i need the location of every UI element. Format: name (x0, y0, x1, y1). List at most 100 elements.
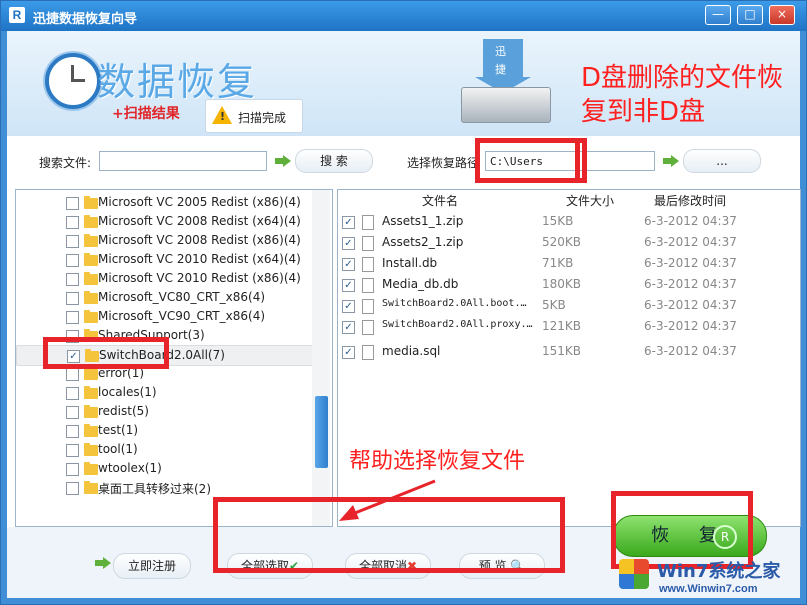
go-arrow-icon[interactable] (275, 155, 291, 167)
checkbox[interactable]: ✓ (342, 258, 355, 271)
drive-logo-text-top: 迅 (495, 45, 506, 58)
tree-item-label: Microsoft VC 2008 Redist (x86)(4) (98, 233, 301, 247)
checkbox[interactable] (66, 387, 79, 400)
tree-item[interactable]: redist(5) (16, 402, 316, 421)
tree-item-label: redist(5) (98, 404, 149, 418)
tree-item[interactable]: tool(1) (16, 440, 316, 459)
checkbox[interactable] (66, 292, 79, 305)
column-header-name[interactable]: 文件名 (422, 192, 458, 209)
folder-icon (84, 424, 98, 437)
file-size: 71KB (542, 256, 574, 270)
go-arrow-icon[interactable] (663, 155, 679, 167)
checkbox[interactable] (66, 406, 79, 419)
scrollbar-thumb[interactable] (315, 396, 328, 468)
file-name: SwitchBoard2.0All.proxy.… (382, 319, 533, 330)
checkbox[interactable]: ✓ (342, 216, 355, 229)
column-header-size[interactable]: 文件大小 (566, 192, 614, 209)
search-button[interactable]: 搜 索 (295, 149, 373, 173)
title-bar[interactable]: R 迅捷数据恢复向导 — □ × (1, 1, 806, 31)
file-modified: 6-3-2012 04:37 (644, 298, 737, 312)
file-name: SwitchBoard2.0All.boot.… (382, 298, 527, 309)
file-modified: 6-3-2012 04:37 (644, 319, 737, 333)
checkbox[interactable]: ✓ (342, 321, 355, 334)
banner-title: 数据恢复 (97, 60, 258, 104)
clock-icon (45, 53, 101, 109)
tree-item-label: 桌面工具转移过来(2) (98, 482, 211, 496)
file-icon (362, 215, 374, 230)
folder-icon (84, 443, 98, 456)
file-size: 5KB (542, 298, 566, 312)
checkbox[interactable] (66, 463, 79, 476)
checkbox[interactable]: ✓ (342, 346, 355, 359)
folder-icon (84, 196, 98, 209)
folder-icon (84, 215, 98, 228)
folder-icon (84, 367, 98, 380)
file-icon (362, 236, 374, 251)
checkbox[interactable] (66, 482, 79, 495)
banner: 数据恢复 +扫描结果 ! 扫描完成 迅 捷 D盘删除的文件恢 复到非D盘 (7, 31, 800, 136)
hard-drive-icon: 迅 捷 (455, 39, 555, 129)
checkbox[interactable]: ✓ (342, 300, 355, 313)
scan-status-text: 扫描完成 (238, 111, 287, 125)
checkbox[interactable] (66, 254, 79, 267)
tree-item[interactable]: wtoolex(1) (16, 459, 316, 478)
tree-item-label: tool(1) (98, 442, 138, 456)
search-file-input[interactable] (99, 151, 267, 171)
app-window: R 迅捷数据恢复向导 — □ × 数据恢复 +扫描结果 ! 扫描完成 迅 捷 D… (0, 0, 807, 605)
file-name: media.sql (382, 344, 441, 358)
checkbox[interactable] (66, 235, 79, 248)
file-name: Assets1_1.zip (382, 214, 464, 228)
tree-item-label: locales(1) (98, 385, 157, 399)
checkbox[interactable] (66, 197, 79, 210)
file-icon (362, 345, 374, 360)
tree-item[interactable]: Microsoft VC 2010 Redist (x86)(4) (16, 269, 316, 288)
file-row[interactable]: ✓ Media_db.db 180KB 6-3-2012 04:37 (338, 275, 798, 295)
close-button[interactable]: × (769, 5, 795, 25)
tree-item-label: test(1) (98, 423, 139, 437)
tree-item[interactable]: test(1) (16, 421, 316, 440)
tree-item[interactable]: Microsoft VC 2005 Redist (x86)(4) (16, 193, 316, 212)
file-row[interactable]: ✓ Install.db 71KB 6-3-2012 04:37 (338, 254, 798, 274)
highlight-box-folder (43, 337, 169, 369)
file-name: Media_db.db (382, 277, 459, 291)
column-header-modified[interactable]: 最后修改时间 (654, 192, 726, 209)
checkbox[interactable] (66, 216, 79, 229)
search-bar: 搜索文件: 搜 索 选择恢复路径 C:\Users ... (7, 136, 800, 184)
file-row[interactable]: ✓ Assets1_1.zip 15KB 6-3-2012 04:37 (338, 212, 798, 232)
scan-result-label: +扫描结果 (112, 106, 180, 122)
tree-item[interactable]: Microsoft VC 2008 Redist (x86)(4) (16, 231, 316, 250)
tree-item-label: Microsoft VC 2010 Redist (x86)(4) (98, 271, 301, 285)
restore-path-label: 选择恢复路径 (407, 156, 480, 170)
checkbox[interactable]: ✓ (342, 279, 355, 292)
scan-status-box: ! 扫描完成 (205, 99, 303, 133)
file-row[interactable]: ✓ Assets2_1.zip 520KB 6-3-2012 04:37 (338, 233, 798, 253)
checkbox[interactable] (66, 444, 79, 457)
tree-item[interactable]: Microsoft VC 2010 Redist (x64)(4) (16, 250, 316, 269)
checkbox[interactable] (66, 273, 79, 286)
file-icon (362, 278, 374, 293)
tree-item[interactable]: 桌面工具转移过来(2) (16, 478, 316, 497)
file-row[interactable]: ✓ SwitchBoard2.0All.boot.… 5KB 6-3-2012 04:… (338, 296, 798, 316)
file-size: 520KB (542, 235, 582, 249)
maximize-button[interactable]: □ (737, 5, 763, 25)
tree-scrollbar[interactable] (312, 190, 330, 526)
watermark-url: www.Winwin7.com (659, 583, 758, 595)
tree-item[interactable]: locales(1) (16, 383, 316, 402)
file-row[interactable]: ✓ SwitchBoard2.0All.proxy.… 121KB 6-3-2012 … (338, 317, 798, 337)
file-name: Install.db (382, 256, 438, 270)
tree-item-label: wtoolex(1) (98, 461, 162, 475)
checkbox[interactable]: ✓ (342, 237, 355, 250)
tree-item[interactable]: Microsoft VC 2008 Redist (x64)(4) (16, 212, 316, 231)
register-button[interactable]: 立即注册 (113, 553, 191, 579)
checkbox[interactable] (66, 425, 79, 438)
tree-item[interactable]: Microsoft_VC90_CRT_x86(4) (16, 307, 316, 326)
browse-button[interactable]: ... (683, 149, 761, 173)
highlight-box-buttons (213, 497, 565, 573)
minimize-button[interactable]: — (705, 5, 731, 25)
folder-icon (84, 253, 98, 266)
checkbox[interactable] (66, 311, 79, 324)
file-row[interactable]: ✓ media.sql 151KB 6-3-2012 04:37 (338, 342, 798, 362)
tree-item[interactable]: Microsoft_VC80_CRT_x86(4) (16, 288, 316, 307)
search-file-label: 搜索文件: (39, 156, 92, 170)
checkbox[interactable] (66, 368, 79, 381)
